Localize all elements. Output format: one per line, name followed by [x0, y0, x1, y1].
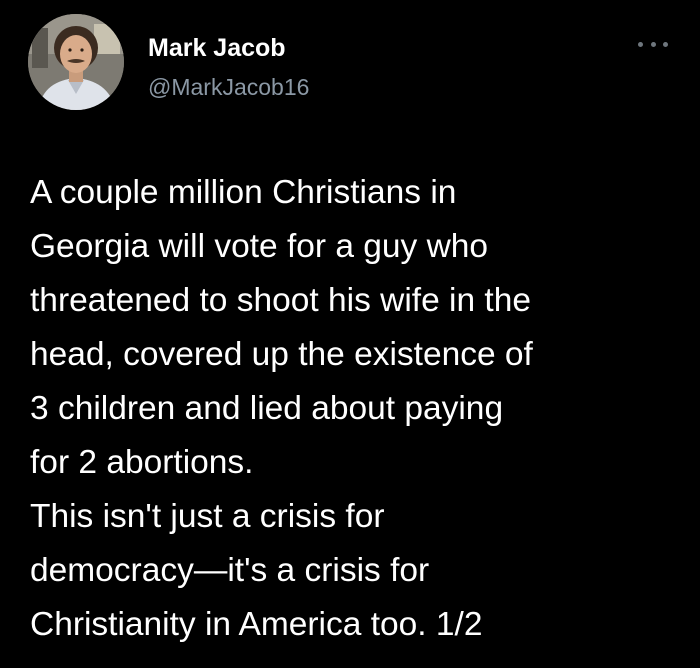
dot-icon [663, 41, 668, 47]
tweet-card: Mark Jacob @MarkJacob16 A couple million… [0, 0, 700, 668]
dot-icon [638, 41, 643, 47]
avatar[interactable] [28, 14, 124, 110]
tweet-text-line: Christianity in America too. 1/2 [30, 606, 483, 643]
more-options-icon[interactable] [638, 34, 668, 54]
tweet-text-line: threatened to shoot his wife in the [30, 282, 531, 319]
tweet-text-line: democracy—it's a crisis for [30, 552, 430, 589]
profile-photo-icon [28, 14, 124, 110]
tweet-text-line: head, covered up the existence of [30, 336, 533, 373]
tweet-text-line: 3 children and lied about paying [30, 390, 504, 427]
tweet-text: A couple million Christians in Georgia w… [30, 166, 680, 652]
author-handle[interactable]: @MarkJacob16 [148, 74, 309, 101]
tweet-text-line: for 2 abortions. [30, 444, 254, 481]
author-display-name[interactable]: Mark Jacob [148, 34, 286, 63]
tweet-text-line: This isn't just a crisis for [30, 498, 385, 535]
tweet-text-line: A couple million Christians in [30, 174, 457, 211]
dot-icon [650, 41, 656, 47]
tweet-text-line: Georgia will vote for a guy who [30, 228, 489, 265]
